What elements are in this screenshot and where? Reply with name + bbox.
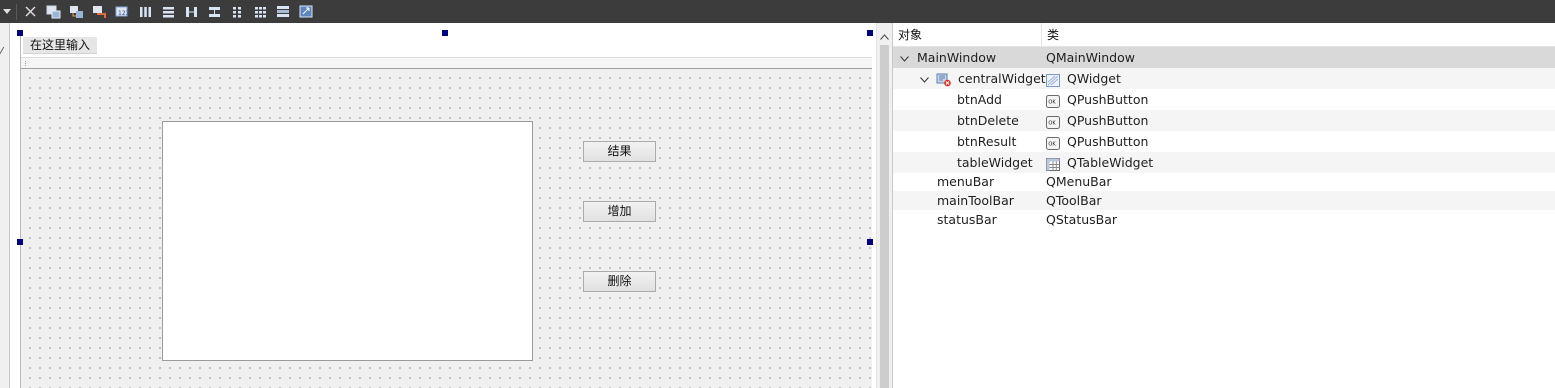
pushbutton-icon: OK [1046, 93, 1060, 108]
designer-toolbar: 123 [0, 0, 1555, 23]
object-name: btnResult [957, 134, 1017, 149]
object-name: tableWidget [957, 155, 1033, 170]
widget-broken-layout-icon [936, 72, 951, 87]
toolbar-separator [16, 3, 17, 20]
layout-vertical-icon[interactable] [157, 0, 180, 23]
svg-text:OK: OK [1048, 142, 1056, 148]
dropdown-arrow-icon[interactable] [0, 0, 14, 23]
class-name: QStatusBar [1046, 212, 1118, 227]
result-button[interactable]: 结果 [583, 141, 656, 162]
header-object[interactable]: 对象 [893, 23, 1042, 47]
left-gutter [0, 23, 10, 388]
pushbutton-icon: OK [1046, 135, 1060, 150]
selection-handle-middle-left[interactable] [17, 239, 23, 245]
class-name: QToolBar [1046, 193, 1102, 208]
delete-button[interactable]: 删除 [583, 271, 656, 292]
selection-handle-top-right[interactable] [867, 30, 873, 36]
qwidget-icon [1046, 72, 1060, 87]
close-icon[interactable] [19, 0, 42, 23]
class-name: QWidget [1067, 71, 1121, 86]
expand-chevron-icon[interactable] [898, 47, 910, 68]
add-button[interactable]: 增加 [583, 201, 656, 222]
layout-horizontal-icon[interactable] [134, 0, 157, 23]
toolbar-grip-handle[interactable] [25, 61, 28, 66]
class-name: QTableWidget [1067, 155, 1154, 170]
object-name: statusBar [937, 212, 997, 227]
form-menubar[interactable]: 在这里输入 [21, 33, 872, 58]
svg-text:OK: OK [1048, 100, 1056, 106]
table-widget[interactable] [162, 121, 533, 361]
central-widget-grid[interactable]: 结果 增加 删除 [21, 69, 872, 388]
pushbutton-icon: OK [1046, 114, 1060, 129]
edit-tab-order-icon[interactable]: 123 [111, 0, 134, 23]
tree-row-statusbar[interactable]: statusBar QStatusBar [893, 210, 1555, 229]
svg-text:123: 123 [118, 10, 130, 17]
tree-row-btndelete[interactable]: btnDelete OK QPushButton [893, 110, 1555, 131]
edit-buddies-icon[interactable] [88, 0, 111, 23]
class-name: QMenuBar [1046, 174, 1112, 189]
layout-horizontal-splitter-icon[interactable] [180, 0, 203, 23]
class-name: QPushButton [1067, 113, 1149, 128]
tree-row-centralwidget[interactable]: centralWidget QWidget [893, 68, 1555, 89]
gutter-marker [0, 47, 10, 55]
break-layout-icon[interactable] [272, 0, 295, 23]
edit-widgets-icon[interactable] [42, 0, 65, 23]
adjust-size-icon[interactable] [295, 0, 318, 23]
selection-handle-top-left[interactable] [17, 30, 23, 36]
class-name: QPushButton [1067, 92, 1149, 107]
object-inspector: 对象 类 MainWindow QMainWindow centralWidge… [893, 23, 1555, 388]
tree-row-maintoolbar[interactable]: mainToolBar QToolBar [893, 191, 1555, 210]
layout-vertical-splitter-icon[interactable] [203, 0, 226, 23]
class-name: QPushButton [1067, 134, 1149, 149]
layout-grid-icon[interactable] [249, 0, 272, 23]
canvas-vertical-scrollbar[interactable] [876, 23, 893, 388]
selection-handle-middle-right[interactable] [867, 239, 873, 245]
selection-handle-top-center[interactable] [442, 30, 448, 36]
object-name: btnAdd [957, 92, 1002, 107]
tree-row-btnresult[interactable]: btnResult OK QPushButton [893, 131, 1555, 152]
object-name: mainToolBar [937, 193, 1014, 208]
object-name: MainWindow [917, 50, 997, 65]
form-main-toolbar[interactable] [21, 58, 872, 69]
header-class[interactable]: 类 [1042, 23, 1059, 47]
tree-row-mainwindow[interactable]: MainWindow QMainWindow [893, 47, 1555, 68]
svg-text:OK: OK [1048, 121, 1056, 127]
object-name: menuBar [937, 174, 995, 189]
scrollbar-thumb[interactable] [880, 45, 889, 388]
object-name: centralWidget [958, 71, 1046, 86]
layout-form-icon[interactable] [226, 0, 249, 23]
main-window-form[interactable]: 在这里输入 结果 增加 删除 [20, 33, 872, 388]
inspector-header: 对象 类 [893, 23, 1555, 47]
design-canvas[interactable]: 在这里输入 结果 增加 删除 [10, 23, 876, 388]
tree-row-menubar[interactable]: menuBar QMenuBar [893, 172, 1555, 191]
scroll-up-arrow-icon[interactable] [880, 29, 889, 43]
object-name: btnDelete [957, 113, 1019, 128]
menu-type-here-placeholder[interactable]: 在这里输入 [23, 37, 98, 54]
edit-signals-slots-icon[interactable] [65, 0, 88, 23]
tablewidget-icon [1046, 156, 1060, 171]
expand-chevron-icon[interactable] [918, 68, 930, 89]
class-name: QMainWindow [1046, 50, 1135, 65]
tree-row-btnadd[interactable]: btnAdd OK QPushButton [893, 89, 1555, 110]
tree-row-tablewidget[interactable]: tableWidget QTableWidget [893, 152, 1555, 173]
